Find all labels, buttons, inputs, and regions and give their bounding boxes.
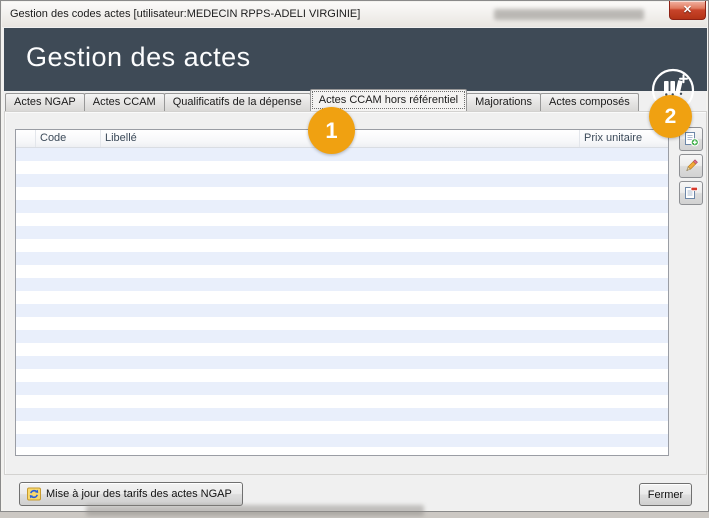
tab-qualificatifs-depense[interactable]: Qualificatifs de la dépense bbox=[164, 93, 311, 111]
column-selector[interactable] bbox=[16, 130, 36, 147]
page-title: Gestion des actes bbox=[26, 42, 251, 73]
redacted-text bbox=[494, 9, 644, 20]
window-title: Gestion des codes actes [utilisateur:MED… bbox=[10, 8, 360, 20]
fermer-button[interactable]: Fermer bbox=[639, 483, 692, 506]
dialog-window: Gestion des codes actes [utilisateur:MED… bbox=[0, 0, 709, 512]
delete-act-button[interactable] bbox=[679, 181, 703, 205]
edit-act-icon bbox=[683, 158, 699, 174]
badge-2-number: 2 bbox=[665, 105, 677, 129]
column-prix-unitaire[interactable]: Prix unitaire bbox=[580, 130, 668, 147]
page-header: Gestion des actes bbox=[4, 28, 707, 91]
edit-act-button[interactable] bbox=[679, 154, 703, 178]
update-ngap-tariffs-button[interactable]: Mise à jour des tarifs des actes NGAP bbox=[19, 482, 243, 506]
column-code[interactable]: Code bbox=[36, 130, 101, 147]
close-icon: ✕ bbox=[683, 5, 692, 16]
annotation-badge-2: 2 bbox=[649, 95, 692, 138]
redacted-background bbox=[86, 505, 424, 516]
close-window-button[interactable]: ✕ bbox=[669, 1, 706, 20]
tab-actes-ccam[interactable]: Actes CCAM bbox=[84, 93, 165, 111]
add-act-icon bbox=[683, 131, 699, 147]
badge-1-number: 1 bbox=[325, 118, 337, 144]
refresh-icon bbox=[26, 486, 42, 502]
tab-actes-composes[interactable]: Actes composés bbox=[540, 93, 639, 111]
tab-actes-ngap[interactable]: Actes NGAP bbox=[5, 93, 85, 111]
table-body-empty[interactable] bbox=[16, 148, 668, 455]
update-ngap-tariffs-label: Mise à jour des tarifs des actes NGAP bbox=[46, 488, 232, 500]
fermer-label: Fermer bbox=[648, 489, 683, 501]
acts-table: Code Libellé Prix unitaire bbox=[15, 129, 669, 456]
tab-majorations[interactable]: Majorations bbox=[466, 93, 541, 111]
annotation-badge-1: 1 bbox=[308, 107, 355, 154]
delete-act-icon bbox=[683, 185, 699, 201]
screenshot-stage: Gestion des codes actes [utilisateur:MED… bbox=[0, 0, 709, 518]
titlebar[interactable]: Gestion des codes actes [utilisateur:MED… bbox=[2, 2, 707, 27]
